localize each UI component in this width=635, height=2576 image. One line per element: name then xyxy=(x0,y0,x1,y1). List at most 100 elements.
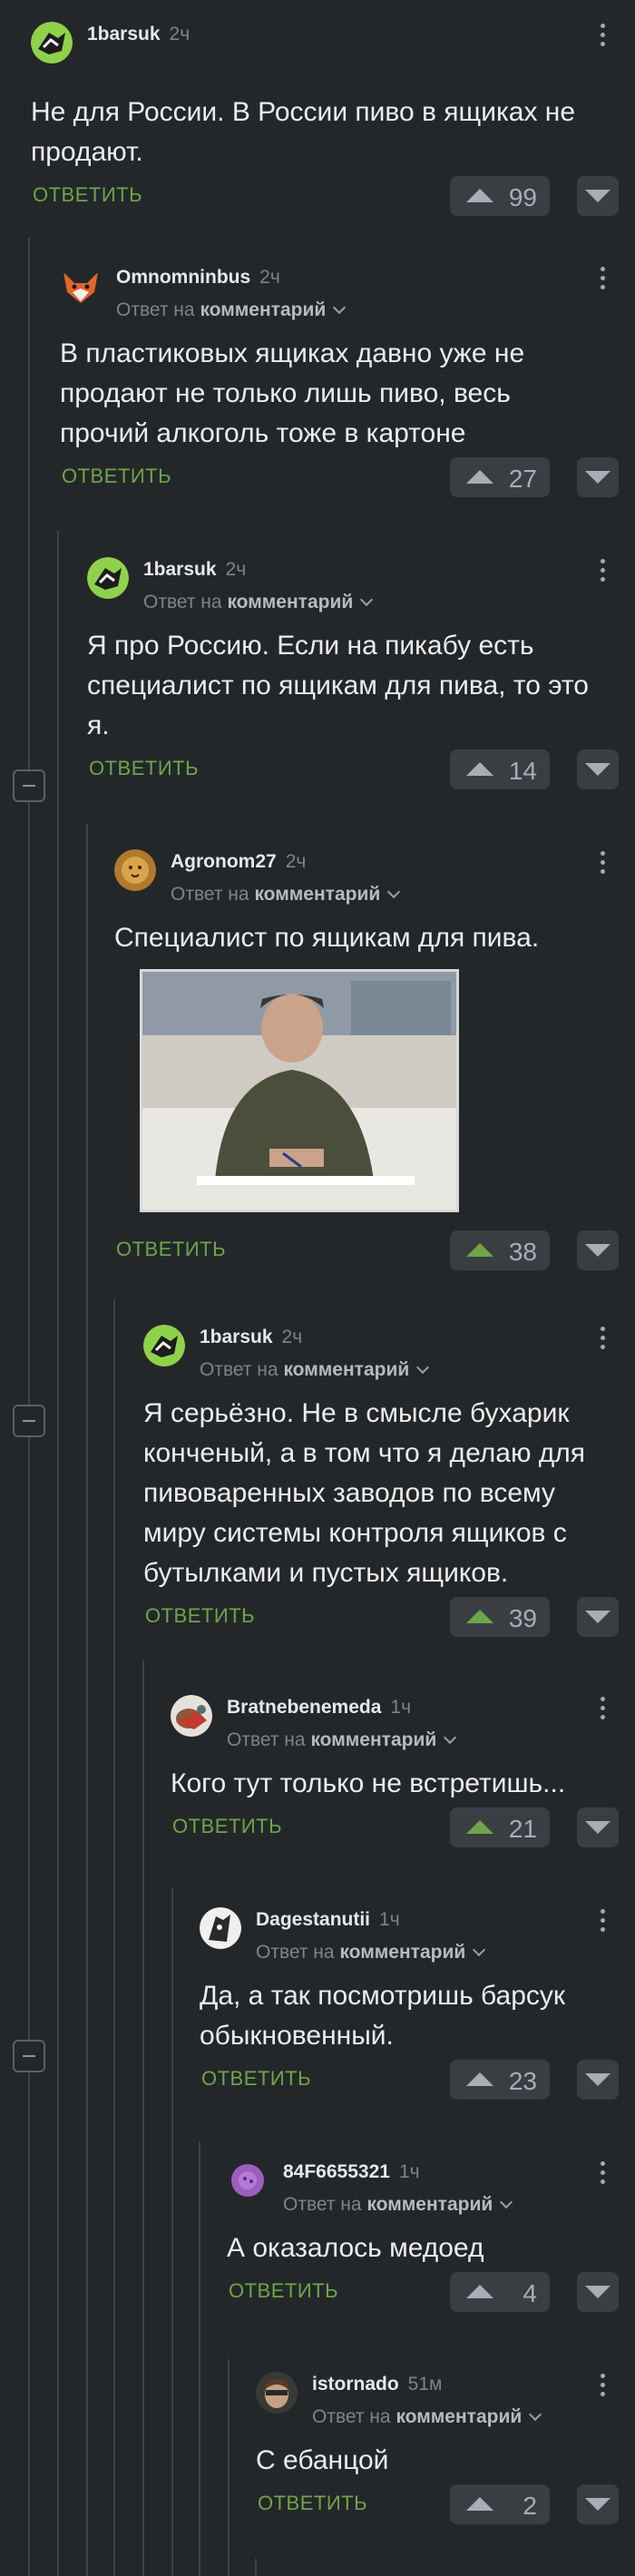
reply-to-link[interactable]: Ответ на комментарий xyxy=(143,592,374,613)
downvote-button[interactable] xyxy=(577,176,619,216)
more-options-icon[interactable] xyxy=(595,1697,610,1729)
reply-button[interactable]: ОТВЕТИТЬ xyxy=(145,1604,255,1628)
comment-author[interactable]: Dagestanutii 1ч xyxy=(256,1909,400,1931)
thread-line xyxy=(228,2359,230,2576)
badger-avatar[interactable] xyxy=(143,1325,185,1366)
comment: 1barsuk 2ч Не для России. В России пиво в… xyxy=(31,20,635,218)
reply-to-link[interactable]: Ответ на комментарий xyxy=(312,2406,542,2428)
badger-avatar[interactable] xyxy=(31,22,73,64)
comment-time: 1ч xyxy=(398,2161,420,2182)
comment-text: Я серьёзно. Не в смысле бухарик конченый… xyxy=(143,1398,586,1588)
comment: Bratnebenemeda 1ч Ответ на комментарий Ко… xyxy=(171,1693,635,1849)
reply-button[interactable]: ОТВЕТИТЬ xyxy=(258,2492,367,2515)
comment-author[interactable]: Bratnebenemeda 1ч xyxy=(227,1697,411,1719)
arrow-up-icon xyxy=(466,189,493,202)
comment: 1barsuk 2ч Ответ на комментарий Я про Рос… xyxy=(87,555,635,791)
more-options-icon[interactable] xyxy=(595,2374,610,2406)
upvote-button[interactable]: 4 xyxy=(450,2272,550,2312)
comment-score: 21 xyxy=(508,1815,537,1843)
downvote-button[interactable] xyxy=(577,749,619,789)
comment-author[interactable]: 1barsuk 2ч xyxy=(87,24,190,45)
chevron-down-icon xyxy=(333,300,347,315)
reply-button[interactable]: ОТВЕТИТЬ xyxy=(33,183,142,207)
upvote-button[interactable]: 23 xyxy=(450,2060,550,2100)
reply-to-link[interactable]: Ответ на комментарий xyxy=(171,884,401,906)
collapse-thread-button[interactable] xyxy=(13,2040,45,2072)
reply-button[interactable]: ОТВЕТИТЬ xyxy=(62,465,171,488)
comment-author[interactable]: 1barsuk 2ч xyxy=(200,1327,302,1348)
reply-button[interactable]: ОТВЕТИТЬ xyxy=(201,2067,311,2091)
bear-avatar[interactable] xyxy=(171,1695,212,1737)
arrow-up-icon xyxy=(466,2497,493,2511)
chevron-down-icon xyxy=(360,593,374,607)
chevron-down-icon xyxy=(473,1943,486,1957)
arrow-up-icon xyxy=(466,762,493,776)
thread-line xyxy=(142,1660,144,2576)
thread-line xyxy=(57,531,59,2576)
comment-text: С ебанцой xyxy=(256,2445,389,2475)
downvote-button[interactable] xyxy=(577,1597,619,1637)
comment-text: Специалист по ящикам для пива. xyxy=(114,923,540,953)
upvote-button[interactable]: 38 xyxy=(450,1230,550,1270)
upvote-button[interactable]: 2 xyxy=(450,2484,550,2524)
reply-to-link[interactable]: Ответ на комментарий xyxy=(116,299,347,321)
comment-time: 2ч xyxy=(259,267,280,288)
face-avatar[interactable] xyxy=(256,2372,298,2414)
thread-line xyxy=(199,2141,200,2576)
comment-time: 51м xyxy=(407,2374,443,2395)
badger-avatar[interactable] xyxy=(87,557,129,599)
downvote-button[interactable] xyxy=(577,2272,619,2312)
bw-avatar[interactable] xyxy=(200,1907,241,1949)
reply-to-link[interactable]: Ответ на комментарий xyxy=(256,1942,486,1964)
collapse-thread-button[interactable] xyxy=(13,769,45,802)
thread-line xyxy=(255,2559,257,2576)
downvote-button[interactable] xyxy=(577,1807,619,1847)
attached-image[interactable] xyxy=(140,969,459,1212)
comment-time: 2ч xyxy=(281,1327,303,1347)
comment-author[interactable]: 1barsuk 2ч xyxy=(143,559,246,581)
comment-author[interactable]: Omnomninbus 2ч xyxy=(116,267,280,289)
more-options-icon[interactable] xyxy=(595,851,610,884)
downvote-button[interactable] xyxy=(577,2060,619,2100)
comment-author[interactable]: 84F6655321 1ч xyxy=(283,2161,420,2183)
fox-avatar[interactable] xyxy=(60,265,102,307)
purple-avatar[interactable] xyxy=(227,2160,269,2201)
upvote-button[interactable]: 27 xyxy=(450,457,550,497)
upvote-button[interactable]: 39 xyxy=(450,1597,550,1637)
reply-button[interactable]: ОТВЕТИТЬ xyxy=(229,2279,338,2303)
comment-time: 1ч xyxy=(390,1697,412,1718)
reply-button[interactable]: ОТВЕТИТЬ xyxy=(89,757,199,780)
reply-button[interactable]: ОТВЕТИТЬ xyxy=(172,1815,282,1838)
chevron-down-icon xyxy=(500,2195,513,2209)
more-options-icon[interactable] xyxy=(595,267,610,299)
thread-line xyxy=(113,1299,115,2576)
more-options-icon[interactable] xyxy=(595,1909,610,1942)
downvote-button[interactable] xyxy=(577,2484,619,2524)
comment-score: 2 xyxy=(523,2492,537,2520)
more-options-icon[interactable] xyxy=(595,2161,610,2194)
comment-score: 27 xyxy=(508,465,537,493)
upvote-button[interactable]: 99 xyxy=(450,176,550,216)
reply-to-link[interactable]: Ответ на комментарий xyxy=(227,1729,457,1751)
comment-author[interactable]: Agronom27 2ч xyxy=(171,851,306,873)
arrow-up-icon xyxy=(466,1243,493,1257)
comment-thread: 1barsuk 2ч Не для России. В России пиво в… xyxy=(0,0,635,2576)
downvote-button[interactable] xyxy=(577,1230,619,1270)
more-options-icon[interactable] xyxy=(595,24,610,56)
more-options-icon[interactable] xyxy=(595,1327,610,1359)
more-options-icon[interactable] xyxy=(595,559,610,592)
reply-to-link[interactable]: Ответ на комментарий xyxy=(283,2194,513,2216)
downvote-button[interactable] xyxy=(577,457,619,497)
comment-time: 2ч xyxy=(225,559,247,580)
reply-to-link[interactable]: Ответ на комментарий xyxy=(200,1359,430,1381)
upvote-button[interactable]: 21 xyxy=(450,1807,550,1847)
comment-score: 38 xyxy=(508,1238,537,1266)
comment-author[interactable]: istornado 51м xyxy=(312,2374,442,2395)
reply-button[interactable]: ОТВЕТИТЬ xyxy=(116,1238,226,1261)
upvote-button[interactable]: 14 xyxy=(450,749,550,789)
chevron-down-icon xyxy=(416,1360,430,1375)
collapse-thread-button[interactable] xyxy=(13,1405,45,1437)
lion-avatar[interactable] xyxy=(114,849,156,891)
comment-text: Да, а так посмотришь барсук обыкновенный… xyxy=(200,1981,566,2051)
comment: Omnomninbus 2ч Ответ на комментарий В пла… xyxy=(60,263,635,499)
